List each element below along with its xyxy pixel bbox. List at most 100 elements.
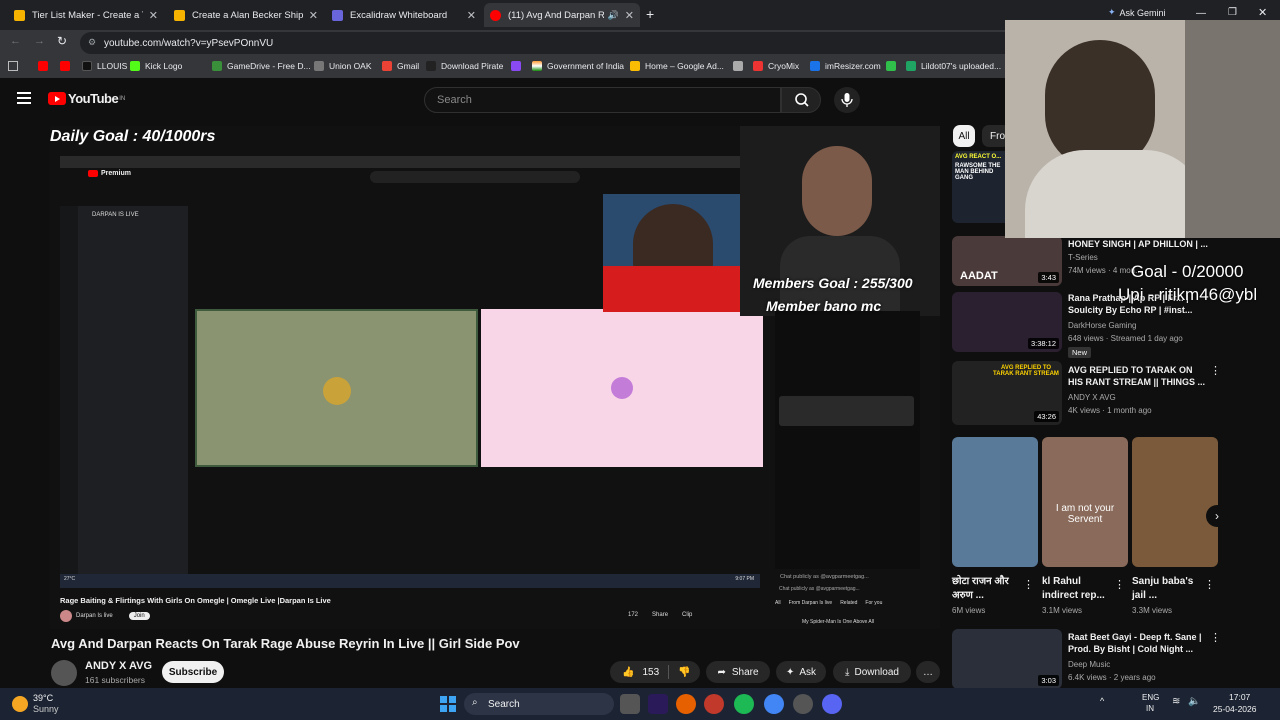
more-vert-icon[interactable]: ⋮: [1210, 631, 1221, 644]
language-indicator[interactable]: ENG: [1142, 693, 1159, 702]
short-title[interactable]: Sanju baba's jail ...: [1132, 575, 1202, 603]
wifi-icon[interactable]: ≋: [1172, 696, 1180, 707]
more-vert-icon[interactable]: ⋮: [1023, 578, 1034, 591]
spotify-icon[interactable]: [734, 694, 754, 714]
bookmark-govt-india[interactable]: Government of India: [532, 61, 624, 71]
thumbnail-item-2[interactable]: 3:38:12: [952, 292, 1062, 352]
bookmark-yt-purple[interactable]: [511, 61, 526, 71]
close-icon[interactable]: ✕: [309, 9, 318, 22]
firefox-icon[interactable]: [676, 694, 696, 714]
sidebar-item-title[interactable]: AVG REPLIED TO TARAK ON HIS RANT STREAM …: [1068, 364, 1208, 388]
premiere-icon[interactable]: [648, 694, 668, 714]
download-button[interactable]: ⤓ Download: [833, 661, 911, 683]
bookmark-kick-logo[interactable]: Kick Logo: [130, 61, 182, 71]
short-thumbnail-2[interactable]: I am not your Servent: [1042, 437, 1128, 567]
bookmark-gamedrive[interactable]: GameDrive - Free D...: [212, 61, 311, 71]
subscribe-button[interactable]: Subscribe: [162, 661, 224, 683]
new-tab-icon[interactable]: +: [646, 6, 654, 22]
settings-icon[interactable]: [793, 694, 813, 714]
ask-gemini-button[interactable]: ✦ Ask Gemini: [1108, 7, 1166, 18]
back-icon[interactable]: ←: [10, 35, 21, 47]
thumbs-down-icon[interactable]: 👎: [678, 667, 690, 678]
clock-time[interactable]: 17:07: [1229, 692, 1250, 702]
sidebar-item-title[interactable]: HONEY SINGH | AP DHILLON | ...: [1068, 238, 1208, 250]
bookmark-llouis[interactable]: LLOUIS: [82, 61, 127, 71]
close-icon[interactable]: ✕: [625, 9, 634, 22]
speaker-icon[interactable]: 🔊: [608, 10, 619, 21]
channel-avatar[interactable]: [51, 660, 77, 686]
bookmark-lildot[interactable]: Lildot07's uploaded...: [906, 61, 1001, 71]
bookmark-gmail[interactable]: Gmail: [382, 61, 419, 71]
file-explorer-icon[interactable]: [620, 694, 640, 714]
bookmark-cryomix[interactable]: [733, 61, 748, 71]
channel-name[interactable]: ANDY X AVG: [85, 660, 152, 672]
windows-taskbar: 39°C Sunny ⌕ Search ^ ENG IN ≋ 🔈 17:07 2…: [0, 688, 1280, 720]
bookmark-icon: [511, 61, 521, 71]
chevron-up-icon[interactable]: ^: [1100, 696, 1104, 706]
tab-alan-becker[interactable]: Create a Alan Becker Ships Tier ✕: [168, 3, 324, 27]
thumbnail-item-4[interactable]: 3:03: [952, 629, 1062, 689]
bookmark-icon: [82, 61, 92, 71]
minimize-icon[interactable]: —: [1196, 8, 1206, 19]
discord-icon[interactable]: [822, 694, 842, 714]
thumbnail-item-3[interactable]: AVG REPLIED TO TARAK RANT STREAM 43:26: [952, 361, 1062, 425]
window-close-icon[interactable]: ✕: [1258, 6, 1267, 19]
inner-chat-tabs: All From Darpan Is live Related For you: [775, 600, 883, 606]
short-thumbnail-1[interactable]: [952, 437, 1038, 567]
short-thumbnail-3[interactable]: [1132, 437, 1218, 567]
thumbnail-item-1[interactable]: AADAT 3:43: [952, 236, 1062, 286]
bookmark-extra[interactable]: [886, 61, 901, 71]
voice-search-button[interactable]: [834, 87, 860, 113]
close-icon[interactable]: ✕: [149, 9, 158, 22]
windows-start-icon[interactable]: [440, 696, 456, 712]
close-icon[interactable]: ✕: [467, 9, 476, 22]
more-vert-icon[interactable]: ⋮: [1210, 364, 1221, 377]
short-title[interactable]: छोटा राजन और अरुण ...: [952, 575, 1022, 603]
app-icon[interactable]: [704, 694, 724, 714]
daily-goal-overlay: Daily Goal : 40/1000rs: [50, 128, 216, 145]
reload-icon[interactable]: ↻: [57, 34, 67, 48]
forward-icon[interactable]: →: [34, 35, 45, 47]
chrome-icon[interactable]: [764, 694, 784, 714]
bookmark-download-pirate[interactable]: Download Pirate: [426, 61, 503, 71]
sidebar-item-channel: DarkHorse Gaming: [1068, 321, 1137, 330]
share-button[interactable]: ➦ Share: [706, 661, 770, 683]
bookmark-imresizer[interactable]: imResizer.com: [810, 61, 881, 71]
volume-icon[interactable]: 🔈: [1188, 696, 1200, 707]
bookmark-yt-2[interactable]: [60, 61, 75, 71]
apps-grid-icon[interactable]: [8, 61, 18, 71]
video-player[interactable]: Premium DARPAN IS LIVE Chat publicly as …: [50, 126, 940, 629]
tab-tier-list[interactable]: Tier List Maker - Create a Tier L ✕: [8, 3, 164, 27]
bookmark-google-ads[interactable]: Home – Google Ad...: [630, 61, 724, 71]
sidebar-item-title[interactable]: Raat Beet Gayi - Deep ft. Sane | Prod. B…: [1068, 631, 1208, 655]
tab-excalidraw[interactable]: Excalidraw Whiteboard ✕: [326, 3, 482, 27]
bookmark-icon: [733, 61, 743, 71]
search-input[interactable]: Search: [424, 87, 781, 113]
bookmark-yt-1[interactable]: [38, 61, 53, 71]
address-bar[interactable]: ⚙ youtube.com/watch?v=yPsevPOnnVU: [80, 32, 1020, 54]
bookmark-union-oak[interactable]: Union OAK: [314, 61, 372, 71]
youtube-logo[interactable]: YouTube IN: [48, 91, 125, 106]
youtube-favicon-icon: [490, 9, 501, 21]
chevron-right-icon[interactable]: ›: [1206, 505, 1228, 527]
hamburger-menu-icon[interactable]: [17, 92, 31, 104]
short-title[interactable]: kl Rahul indirect rep...: [1042, 575, 1112, 603]
sidebar-item-meta: 648 views · Streamed 1 day ago: [1068, 334, 1183, 343]
inner-call-tile-2: [481, 309, 763, 467]
like-count[interactable]: 153: [642, 667, 659, 678]
maximize-icon[interactable]: ❐: [1228, 7, 1237, 18]
chip-all[interactable]: All: [953, 125, 975, 147]
clock-date[interactable]: 25-04-2026: [1213, 704, 1256, 714]
site-info-icon[interactable]: ⚙: [88, 37, 96, 48]
ask-button[interactable]: ✦ Ask: [776, 661, 826, 683]
taskbar-search[interactable]: ⌕ Search: [464, 693, 614, 715]
tab-youtube[interactable]: (11) Avg And Darpan React 🔊 ✕: [484, 3, 640, 27]
thumbnail-top[interactable]: AVG REACT O... RAWSOME THE MAN BEHIND GA…: [952, 151, 1012, 223]
more-actions-button[interactable]: …: [916, 661, 940, 683]
search-button[interactable]: [781, 87, 821, 113]
thumbs-up-icon[interactable]: 👍: [622, 667, 634, 678]
weather-temp[interactable]: 39°C: [33, 693, 53, 703]
more-vert-icon[interactable]: ⋮: [1114, 578, 1125, 591]
more-vert-icon[interactable]: ⋮: [1204, 578, 1215, 591]
bookmark-cryomix-label[interactable]: CryoMix: [753, 61, 799, 71]
